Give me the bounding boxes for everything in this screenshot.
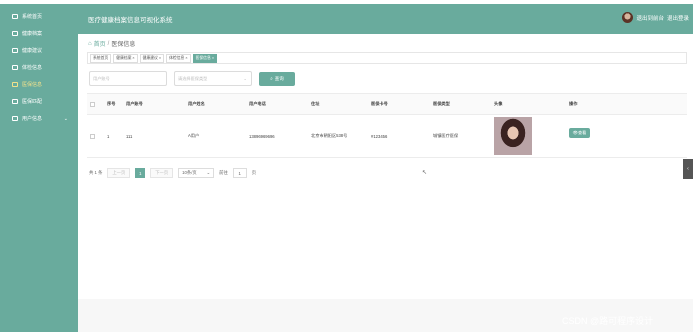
insurance-table: 序号 用户账号 用户姓名 用户电话 住址 医保卡号 医保类型 头像 操作 1 1… <box>87 93 687 158</box>
sidebar-item-label: 医保匹配 <box>22 99 43 105</box>
prev-page-button[interactable]: 上一页 <box>107 168 131 178</box>
app-title: 医疗健康档案信息可视化系统 <box>88 17 173 24</box>
goto-page-input[interactable]: 1 <box>232 168 247 178</box>
home-icon <box>12 14 18 19</box>
home-icon: ⌂ <box>88 40 92 47</box>
select-all-checkbox[interactable] <box>90 101 95 107</box>
search-button[interactable]: ⌕ 查询 <box>259 71 295 86</box>
page-size-select[interactable]: 10条/页 ⌄ <box>178 168 215 178</box>
sidebar-item-checkup[interactable]: 体检信息 <box>0 59 78 76</box>
header-user-area: 退出到前台 退出登录 <box>622 12 689 23</box>
cell-name: A用户 <box>188 133 200 138</box>
watermark: CSDN @路可程序设计 <box>562 316 654 326</box>
sidebar-item-label: 体检信息 <box>22 65 43 71</box>
sidebar-item-users[interactable]: 用户信息 ⌄ <box>0 110 78 127</box>
table-header: 序号 用户账号 用户姓名 用户电话 住址 医保卡号 医保类型 头像 操作 <box>87 93 687 115</box>
match-icon <box>12 99 18 104</box>
breadcrumb-home[interactable]: 首页 <box>94 39 106 48</box>
search-label: 查询 <box>274 75 284 81</box>
tag-health-records[interactable]: 健康档案 × <box>113 53 138 63</box>
sidebar-item-insurance-match[interactable]: 医保匹配 <box>0 93 78 110</box>
sidebar-item-label: 健康档案 <box>22 31 43 37</box>
col-name[interactable]: 用户姓名 <box>188 101 205 107</box>
account-placeholder: 用户账号 <box>93 75 110 81</box>
chevron-down-icon: ⌄ <box>243 76 247 81</box>
top-header: 医疗健康档案信息可视化系统 退出到前台 退出登录 <box>78 4 693 34</box>
main-content: ⌂ 首页 / 医保信息 系统首页 健康档案 × 健康建议 × 体检信息 × 医保… <box>78 34 693 299</box>
chevron-down-icon: ⌄ <box>63 115 68 122</box>
goto-prefix: 前往 <box>219 170 228 175</box>
side-toggle-tab[interactable]: ‹ <box>683 159 693 179</box>
sidebar-item-health-advice[interactable]: 健康建议 <box>0 42 78 59</box>
tags-bar: 系统首页 健康档案 × 健康建议 × 体检信息 × 医保信息 × <box>87 52 687 64</box>
page-number[interactable]: 1 <box>135 168 146 178</box>
tag-health-advice[interactable]: 健康建议 × <box>139 53 165 63</box>
avatar <box>622 12 634 23</box>
logout-link[interactable]: 退出登录 <box>667 14 689 22</box>
folder-icon <box>12 31 18 36</box>
sidebar-item-label: 健康建议 <box>22 48 43 54</box>
cell-phone: 13896969696 <box>249 133 275 139</box>
tag-home[interactable]: 系统首页 <box>90 53 112 63</box>
cell-address: 北京市朝阳区538号 <box>311 133 348 138</box>
avatar-photo <box>494 117 532 155</box>
user-icon <box>12 116 18 121</box>
filter-bar: 用户账号 请选择医保类型 ⌄ ⌕ 查询 <box>89 71 295 86</box>
to-frontend-link[interactable]: 退出到前台 <box>636 14 664 22</box>
sidebar-item-insurance[interactable]: 医保信息 <box>0 76 78 93</box>
checkup-icon <box>12 65 18 70</box>
next-page-button[interactable]: 下一页 <box>150 168 174 178</box>
col-card-no[interactable]: 医保卡号 <box>371 101 388 107</box>
goto-suffix: 页 <box>251 170 257 175</box>
sidebar-item-label: 医保信息 <box>22 82 43 88</box>
mouse-cursor-icon: ↖ <box>422 170 428 176</box>
sidebar-item-health-records[interactable]: 健康档案 <box>0 25 78 42</box>
breadcrumb-separator: / <box>107 40 110 47</box>
insurance-type-select[interactable]: 请选择医保类型 ⌄ <box>174 71 252 86</box>
sidebar: 系统首页 健康档案 健康建议 体检信息 医保信息 医保匹配 用户信息 ⌄ <box>0 4 78 332</box>
advice-icon <box>12 48 18 53</box>
col-actions: 操作 <box>569 101 578 106</box>
cell-card-no: #123456 <box>371 133 388 139</box>
sidebar-item-label: 系统首页 <box>22 14 43 20</box>
col-type[interactable]: 医保类型 <box>433 101 450 107</box>
col-account[interactable]: 用户账号 <box>126 101 143 107</box>
cell-account: 111 <box>126 133 133 139</box>
col-phone[interactable]: 用户电话 <box>249 101 266 107</box>
col-address[interactable]: 住址 <box>311 101 319 107</box>
page-size-value: 10条/页 <box>182 170 197 175</box>
col-avatar: 头像 <box>494 101 503 106</box>
table-row: 1 111 A用户 13896969696 北京市朝阳区538号 #123456… <box>87 115 687 158</box>
cell-index: 1 <box>107 133 110 139</box>
chevron-down-icon: ⌄ <box>206 170 211 175</box>
total-count: 共 1 条 <box>89 170 103 175</box>
view-label: 查看 <box>577 130 587 135</box>
col-index: 序号 <box>107 101 116 106</box>
search-icon: ⌕ <box>270 76 273 81</box>
chevron-left-icon: ‹ <box>687 166 689 172</box>
pagination: 共 1 条 上一页 1 下一页 10条/页 ⌄ 前往 1 页 <box>89 168 256 178</box>
cell-type: 城镇医疗医保 <box>433 133 459 138</box>
sidebar-item-home[interactable]: 系统首页 <box>0 8 78 25</box>
breadcrumb: ⌂ 首页 / 医保信息 <box>88 39 136 49</box>
view-button[interactable]: 👁 查看 <box>569 128 590 138</box>
breadcrumb-current: 医保信息 <box>111 42 136 48</box>
tag-checkup[interactable]: 体检信息 × <box>166 53 191 63</box>
row-checkbox[interactable] <box>90 133 95 139</box>
sidebar-item-label: 用户信息 <box>22 116 43 122</box>
type-placeholder: 请选择医保类型 <box>178 75 208 81</box>
tag-insurance[interactable]: 医保信息 × <box>192 53 218 63</box>
account-input[interactable]: 用户账号 <box>89 71 167 86</box>
insurance-icon <box>12 82 18 87</box>
